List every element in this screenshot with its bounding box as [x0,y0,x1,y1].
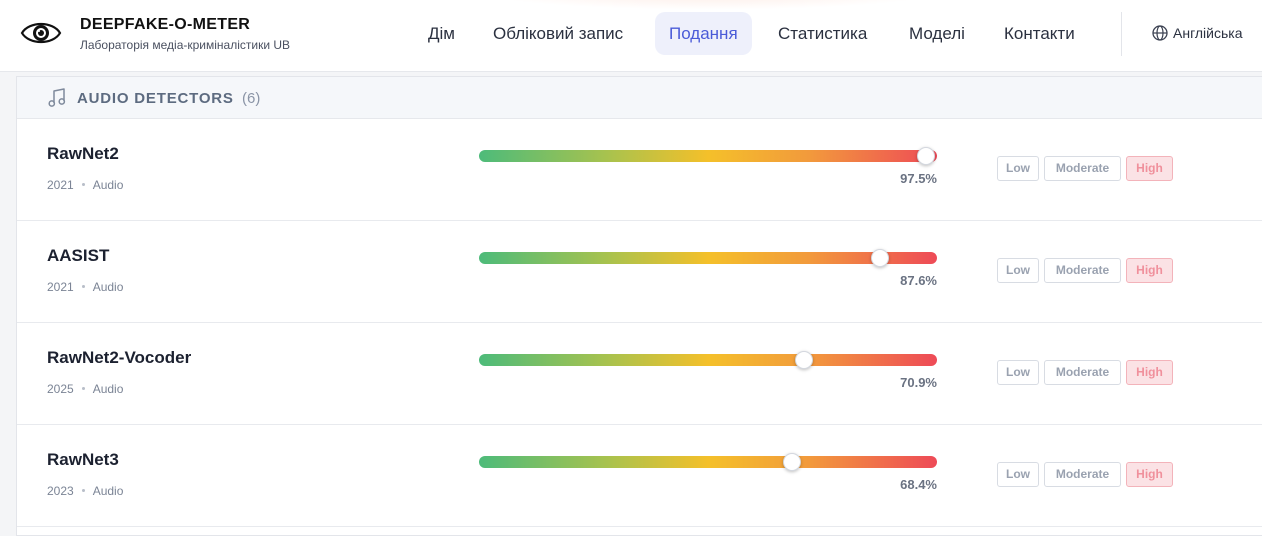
model-name: RawNet2 [47,144,119,163]
top-header: DEEPFAKE-O-METER Лабораторія медіа-кримі… [0,0,1262,72]
model-year: 2025 [47,382,74,396]
moderate-chip[interactable]: Moderate [1044,156,1121,181]
slider-knob[interactable] [783,453,802,471]
nav-account[interactable]: Обліковий запис [479,12,637,55]
header-glow [470,0,950,10]
nav-models[interactable]: Моделі [895,12,979,55]
high-chip[interactable]: High [1126,156,1173,181]
model-type: Audio [92,280,124,294]
score-percent: 87.6% [900,273,937,288]
slider-knob[interactable] [871,249,890,267]
slider-knob[interactable] [794,351,813,369]
low-chip[interactable]: Low [997,360,1039,385]
nav-submission[interactable]: Подання [655,12,752,55]
score-percent: 70.9% [900,375,937,390]
low-chip[interactable]: Low [997,156,1039,181]
model-name: RawNet3 [47,450,119,469]
brand-title[interactable]: DEEPFAKE-O-METER [80,16,250,34]
nav-divider [1121,12,1122,56]
model-meta: 2021 Audio [47,178,123,192]
model-type: Audio [92,382,124,396]
nav-statistics[interactable]: Статистика [764,12,881,55]
detector-row: RawNet3 2023 Audio 68.4% Low Moderate Hig… [17,425,1262,527]
score-slider[interactable] [479,147,937,165]
eye-logo-icon[interactable] [20,16,62,50]
model-name: AASIST [47,246,110,265]
detector-row: RawNet2 2021 Audio 97.5% Low Moderate Hig… [17,119,1262,221]
slider-knob[interactable] [916,147,935,165]
meta-separator [81,285,85,289]
globe-icon [1152,25,1168,41]
meta-separator [81,183,85,187]
model-meta: 2023 Audio [47,484,123,498]
meta-separator [81,387,85,391]
detector-row: AASIST 2021 Audio 87.6% Low Moderate High [17,221,1262,323]
score-percent: 97.5% [900,171,937,186]
high-chip[interactable]: High [1126,462,1173,487]
model-name: RawNet2-Vocoder [47,348,192,367]
moderate-chip[interactable]: Moderate [1044,360,1121,385]
detector-row: RawNet2-Vocoder 2025 Audio 70.9% Low Mode… [17,323,1262,425]
model-year: 2023 [47,484,74,498]
section-header: AUDIO DETECTORS (6) [17,77,1262,119]
model-year: 2021 [47,178,74,192]
music-note-icon [48,88,66,107]
nav-home[interactable]: Дім [414,12,469,55]
model-meta: 2025 Audio [47,382,123,396]
meta-separator [81,489,85,493]
section-count: (6) [242,90,261,107]
score-percent: 68.4% [900,477,937,492]
low-chip[interactable]: Low [997,462,1039,487]
score-slider[interactable] [479,249,937,267]
high-chip[interactable]: High [1126,258,1173,283]
model-type: Audio [92,484,124,498]
score-slider[interactable] [479,351,937,369]
moderate-chip[interactable]: Moderate [1044,462,1121,487]
audio-detectors-panel: AUDIO DETECTORS (6) RawNet2 2021 Audio 97… [16,76,1262,536]
score-slider[interactable] [479,453,937,471]
model-year: 2021 [47,280,74,294]
language-label: Англійська [1173,25,1243,41]
model-meta: 2021 Audio [47,280,123,294]
moderate-chip[interactable]: Moderate [1044,258,1121,283]
high-chip[interactable]: High [1126,360,1173,385]
brand-subtitle: Лабораторія медіа-криміналістики UB [80,38,291,52]
low-chip[interactable]: Low [997,258,1039,283]
section-title: AUDIO DETECTORS [77,90,234,107]
model-type: Audio [92,178,124,192]
nav-contacts[interactable]: Контакти [990,12,1089,55]
